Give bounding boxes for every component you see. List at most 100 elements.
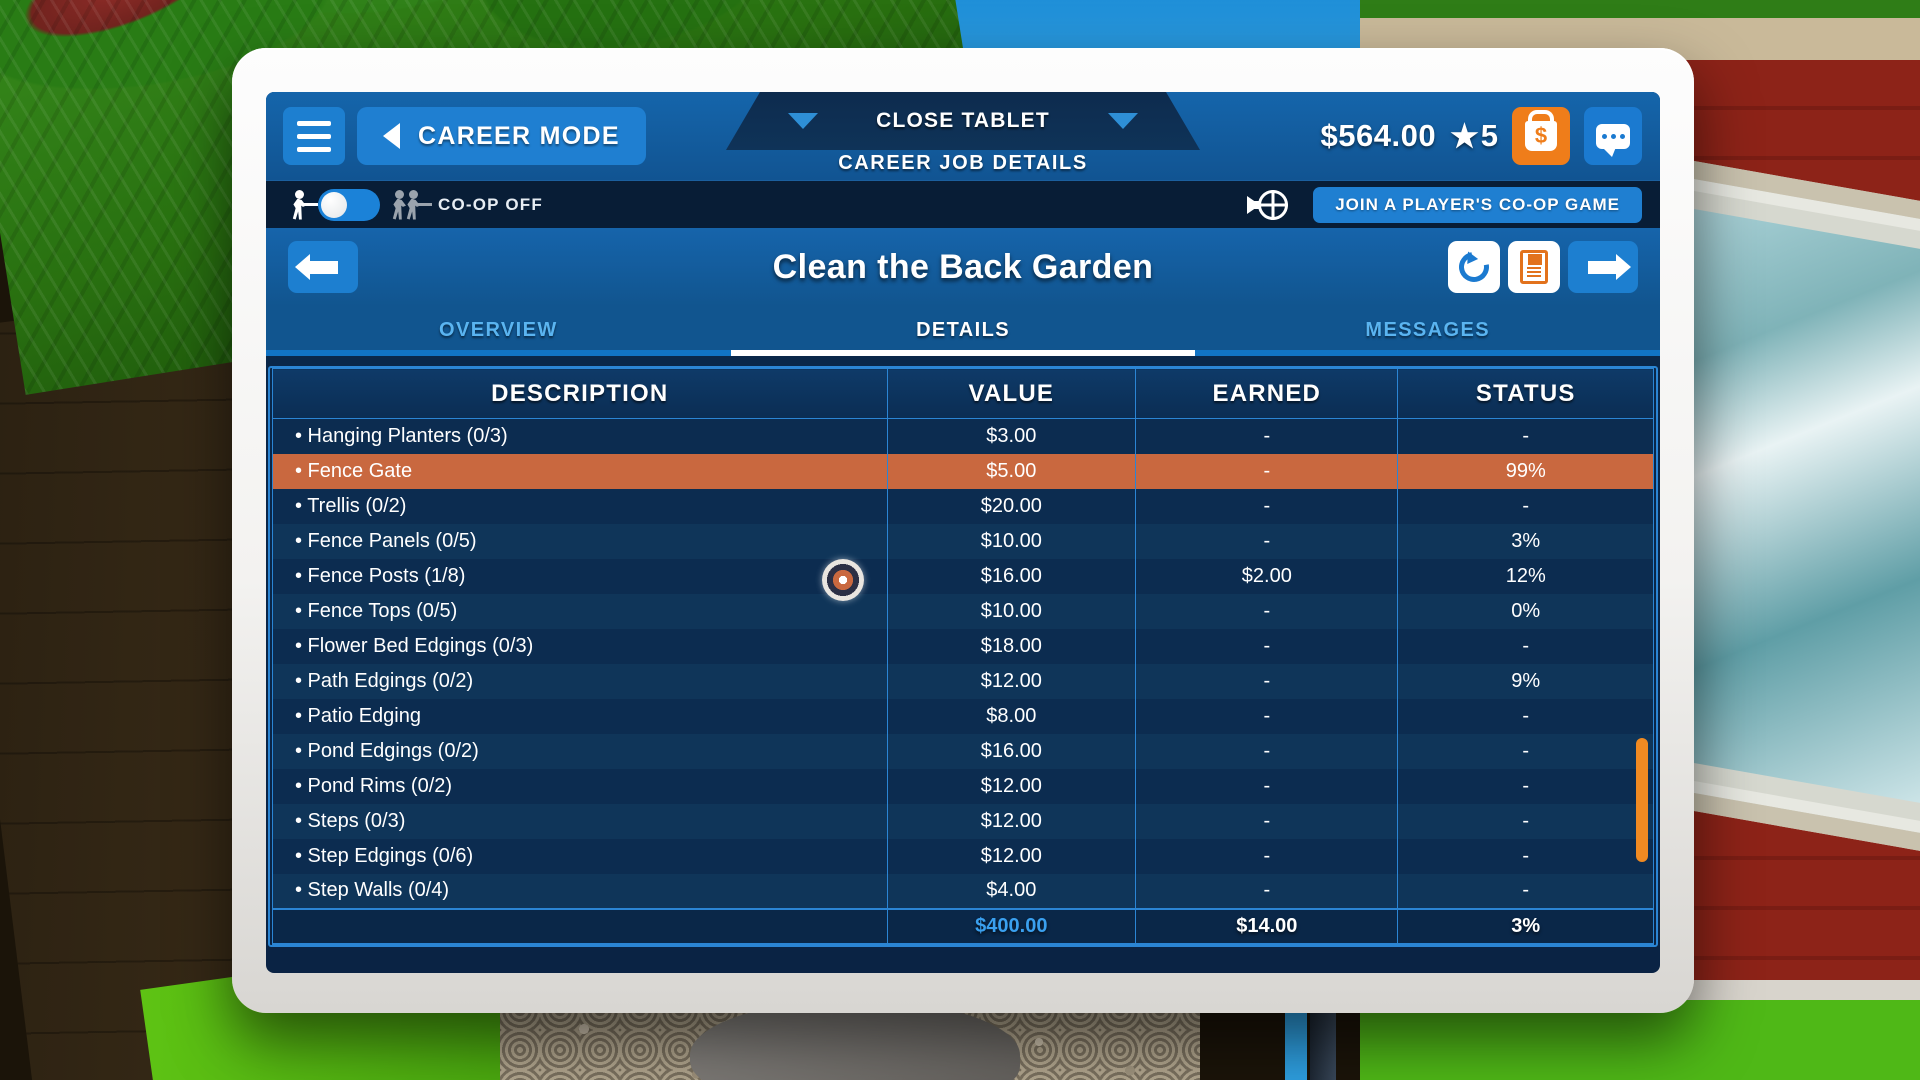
row-description: • Pond Edgings (0/2) [272,733,888,769]
row-description: • Fence Tops (0/5) [272,593,888,629]
join-coop-game-button[interactable]: JOIN A PLAYER'S CO-OP GAME [1313,186,1642,223]
row-value: $10.00 [886,593,1137,629]
totals-description [272,907,888,945]
table-row[interactable]: • Fence Posts (1/8) $16.00 $2.00 12% [272,558,1654,594]
tab-underline [1195,350,1660,356]
row-status: - [1397,733,1654,769]
row-value: $5.00 [886,453,1137,489]
row-earned: - [1135,663,1399,699]
row-earned: - [1135,628,1399,664]
row-value: $12.00 [886,803,1137,839]
table-row[interactable]: • Step Walls (0/4) $4.00- - [272,873,1654,909]
coop-join-group: JOIN A PLAYER'S CO-OP GAME [1247,186,1660,223]
row-value: $12.00 [886,768,1137,804]
tab-overview[interactable]: OVERVIEW [266,306,731,356]
player-status-group: $564.00 ★ 5 [1320,106,1642,166]
row-value: $8.00 [886,698,1137,734]
tab-label: OVERVIEW [439,319,558,341]
row-status: 12% [1397,558,1654,594]
tab-label: DETAILS [916,319,1010,341]
tab-label: MESSAGES [1365,319,1490,341]
row-description: • Fence Panels (0/5) [272,523,888,559]
table-row[interactable]: • Fence Panels (0/5) $10.00-3% [272,523,1654,559]
chevron-down-icon [1108,113,1138,129]
table-row[interactable]: • Step Edgings (0/6) $12.00- - [272,838,1654,874]
row-status: - [1397,838,1654,874]
reset-job-button[interactable] [1448,241,1500,293]
table-row[interactable]: • Trellis (0/2) $20.00- - [272,488,1654,524]
toggle-knob [321,191,347,218]
row-earned: - [1135,593,1399,629]
row-status: 99% [1397,453,1654,489]
row-earned: - [1135,768,1399,804]
row-value: $16.00 [886,733,1137,769]
next-job-button[interactable] [1568,241,1638,293]
table-row[interactable]: • Pond Rims (0/2) $12.00- - [272,768,1654,804]
coop-toggle-switch[interactable] [318,188,380,221]
table-row[interactable]: • Steps (0/3) $12.00- - [272,803,1654,839]
page-title: Clean the Back Garden [772,247,1154,286]
row-status: 0% [1397,593,1654,629]
table-row[interactable]: • Fence Gate $5.00-99% [272,453,1654,489]
totals-value: $400.00 [886,907,1137,945]
vertical-scrollbar[interactable] [1636,738,1648,862]
column-header: STATUS [1397,368,1654,419]
tab-underline [266,350,731,356]
row-description: • Fence Posts (1/8) [272,558,888,594]
previous-job-button[interactable] [288,241,358,293]
row-description: • Pond Rims (0/2) [272,768,888,804]
row-value: $10.00 [886,523,1137,559]
tab-details[interactable]: DETAILS [730,306,1196,356]
top-bar: CAREER MODE CLOSE TABLET CAREER JOB DETA… [266,92,1660,180]
star-count: 5 [1480,118,1498,153]
column-header: VALUE [886,368,1137,419]
row-value: $12.00 [886,838,1137,874]
table-row[interactable]: • Fence Tops (0/5) $10.00-0% [272,593,1654,629]
tab-bar: OVERVIEW DETAILS MESSAGES [266,306,1660,356]
job-details-table-frame: DESCRIPTION VALUE EARNED STATUS • Hanging P… [268,366,1658,947]
row-status: - [1397,698,1654,734]
shop-button[interactable] [1512,107,1570,165]
row-earned: $2.00 [1135,558,1399,594]
row-description: • Patio Edging [272,698,888,734]
totals-earned: $14.00 [1135,907,1399,945]
column-header: DESCRIPTION [272,368,888,419]
coop-toggle-group[interactable]: CO-OP OFF [288,188,543,221]
table-footer: $400.00 $14.00 3% [272,907,1654,945]
save-job-button[interactable] [1508,241,1560,293]
tab-messages[interactable]: MESSAGES [1195,306,1660,356]
tab-underline [730,350,1196,356]
hamburger-line [297,133,331,139]
arrow-left-icon [295,253,338,280]
row-value: $12.00 [886,663,1137,699]
row-value: $18.00 [886,628,1137,664]
row-earned: - [1135,453,1399,489]
table-row[interactable]: • Patio Edging $8.00- - [272,698,1654,734]
table-row[interactable]: • Pond Edgings (0/2) $16.00- - [272,733,1654,769]
hamburger-icon[interactable] [283,107,345,165]
row-description: • Step Walls (0/4) [272,873,888,909]
job-title-bar: Clean the Back Garden [266,228,1660,306]
cash-amount: $564.00 [1320,118,1437,153]
chevron-down-icon [788,113,818,129]
column-header: EARNED [1135,368,1399,419]
career-mode-label: CAREER MODE [418,121,620,150]
save-icon [1520,250,1548,284]
table-row[interactable]: • Path Edgings (0/2) $12.00-9% [272,663,1654,699]
tablet-device: CAREER MODE CLOSE TABLET CAREER JOB DETA… [232,48,1694,1013]
row-status: 3% [1397,523,1654,559]
join-globe-icon [1247,188,1299,222]
career-mode-back-button[interactable]: CAREER MODE [357,107,646,165]
close-tablet-button[interactable]: CLOSE TABLET [726,92,1200,150]
job-details-table: DESCRIPTION VALUE EARNED STATUS • Hanging P… [272,368,1654,945]
table-row[interactable]: • Hanging Planters (0/3) $3.00- - [272,418,1654,454]
row-description: • Fence Gate [272,453,888,489]
close-tablet-label: CLOSE TABLET [876,109,1050,132]
table-row[interactable]: • Flower Bed Edgings (0/3) $18.00- - [272,628,1654,664]
row-status: - [1397,803,1654,839]
job-actions-group [1448,241,1660,293]
chat-button[interactable] [1584,107,1642,165]
row-value: $20.00 [886,488,1137,524]
shop-bag-icon [1525,121,1557,151]
row-status: 9% [1397,663,1654,699]
